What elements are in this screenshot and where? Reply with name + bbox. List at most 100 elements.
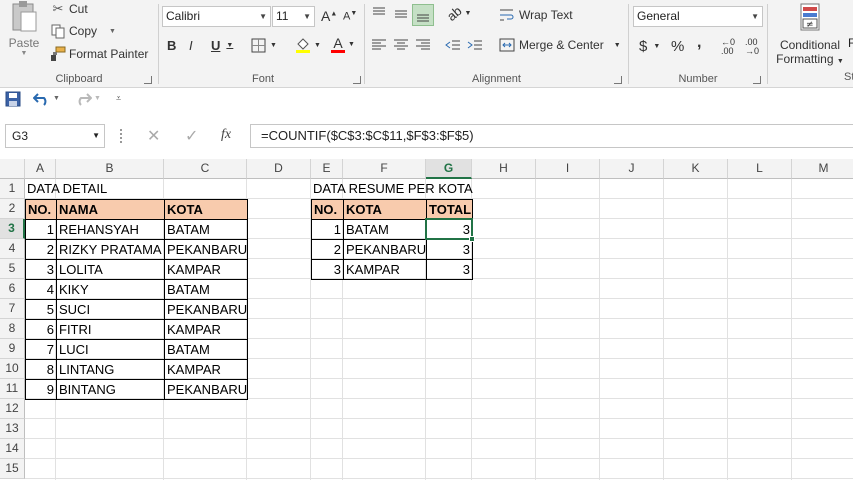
row-header-7[interactable]: 7 <box>0 299 25 319</box>
detail-table-title[interactable]: DATA DETAIL <box>25 179 245 199</box>
detail-table-cell[interactable]: 9 <box>25 379 57 400</box>
row-header-14[interactable]: 14 <box>0 439 25 459</box>
redo-button[interactable]: ▼ <box>74 90 101 106</box>
column-header-h[interactable]: H <box>472 159 536 179</box>
resume-table-cell[interactable]: 1 <box>311 219 344 240</box>
detail-table-cell[interactable]: KIKY <box>56 279 165 300</box>
detail-table-cell[interactable]: 1 <box>25 219 57 240</box>
detail-table-cell[interactable]: LOLITA <box>56 259 165 280</box>
detail-table-cell[interactable]: KAMPAR <box>164 319 248 340</box>
resume-table-cell[interactable]: 3 <box>311 259 344 280</box>
row-header-8[interactable]: 8 <box>0 319 25 339</box>
detail-header-cell[interactable]: NAMA <box>56 199 165 220</box>
resume-table-cell[interactable]: 3 <box>426 239 473 260</box>
detail-table-cell[interactable]: PEKANBARU <box>164 299 248 320</box>
detail-table-cell[interactable]: REHANSYAH <box>56 219 165 240</box>
currency-button[interactable]: $ ▼ <box>639 38 660 55</box>
detail-table-cell[interactable]: BATAM <box>164 339 248 360</box>
resume-table-cell[interactable]: BATAM <box>343 219 427 240</box>
detail-table-cell[interactable]: FITRI <box>56 319 165 340</box>
row-header-1[interactable]: 1 <box>0 179 25 199</box>
column-header-d[interactable]: D <box>247 159 311 179</box>
detail-table-cell[interactable]: LUCI <box>56 339 165 360</box>
detail-table-cell[interactable]: 3 <box>25 259 57 280</box>
detail-table-cell[interactable]: 5 <box>25 299 57 320</box>
column-header-c[interactable]: C <box>164 159 247 179</box>
row-header-11[interactable]: 11 <box>0 379 25 399</box>
resume-header-cell[interactable]: KOTA <box>343 199 427 220</box>
insert-function-button[interactable]: fx <box>221 127 231 143</box>
increase-indent-button[interactable] <box>467 38 483 52</box>
bottom-align-button[interactable] <box>412 4 434 26</box>
detail-table-cell[interactable]: 7 <box>25 339 57 360</box>
column-header-b[interactable]: B <box>56 159 164 179</box>
cut-button[interactable]: ✂ Cut <box>50 0 88 18</box>
undo-button[interactable]: ▼ <box>33 90 60 106</box>
detail-table-cell[interactable]: 2 <box>25 239 57 260</box>
resume-header-cell[interactable]: TOTAL <box>426 199 473 220</box>
format-as-table-label-cut[interactable]: F <box>848 36 853 50</box>
resume-table-title[interactable]: DATA RESUME PER KOTA <box>311 179 511 199</box>
detail-table-cell[interactable]: BATAM <box>164 219 248 240</box>
detail-table-cell[interactable]: 6 <box>25 319 57 340</box>
detail-header-cell[interactable]: KOTA <box>164 199 248 220</box>
detail-table-cell[interactable]: RIZKY PRATAMA <box>56 239 165 260</box>
worksheet-grid[interactable]: A B C D E F G H I J K L M 1 2 3 4 5 6 7 8 9 10 11 12 13 14 15 DATA D… <box>0 159 853 480</box>
column-header-g[interactable]: G <box>426 159 472 179</box>
clipboard-dialog-launcher[interactable] <box>144 76 152 84</box>
row-header-13[interactable]: 13 <box>0 419 25 439</box>
font-size-select[interactable]: 11 ▼ <box>272 6 315 27</box>
percent-button[interactable]: % <box>671 38 684 55</box>
cancel-entry-button[interactable]: ✕ <box>147 126 160 146</box>
detail-table-cell[interactable]: PEKANBARU <box>164 239 248 260</box>
paste-button[interactable]: Paste ▼ <box>6 0 42 62</box>
conditional-formatting-button[interactable]: ≠ Conditional Formatting ▼ <box>772 2 848 66</box>
confirm-entry-button[interactable]: ✓ <box>185 126 198 146</box>
font-color-button[interactable]: A ▼ <box>331 36 355 53</box>
detail-table-cell[interactable]: KAMPAR <box>164 359 248 380</box>
align-center-button[interactable] <box>393 38 409 52</box>
middle-align-button[interactable] <box>393 6 409 22</box>
orientation-button[interactable]: ab ▼ <box>444 3 472 24</box>
detail-table-cell[interactable]: KAMPAR <box>164 259 248 280</box>
customize-toolbar-button[interactable]: ⩡ <box>116 93 121 104</box>
formula-input[interactable]: =COUNTIF($C$3:$C$11,$F$3:$F$5) <box>250 124 853 148</box>
fill-color-button[interactable]: ▼ <box>295 36 321 54</box>
fill-handle[interactable] <box>469 236 475 242</box>
top-align-button[interactable] <box>371 6 387 22</box>
row-header-5[interactable]: 5 <box>0 259 25 279</box>
row-header-9[interactable]: 9 <box>0 339 25 359</box>
name-box[interactable]: G3 ▼ <box>5 124 105 148</box>
detail-header-cell[interactable]: NO. <box>25 199 57 220</box>
align-right-button[interactable] <box>415 38 431 52</box>
underline-button[interactable]: U ▼ <box>211 38 233 53</box>
resume-table-cell[interactable]: PEKANBARU <box>343 239 427 260</box>
align-left-button[interactable] <box>371 38 387 52</box>
column-header-e[interactable]: E <box>311 159 343 179</box>
formula-bar-grip[interactable] <box>120 129 122 143</box>
resume-table-cell[interactable]: 3 <box>426 259 473 280</box>
decrease-decimal-button[interactable]: .00 →0 <box>745 38 759 56</box>
decrease-indent-button[interactable] <box>445 38 461 52</box>
font-name-select[interactable]: Calibri ▼ <box>162 6 271 27</box>
format-painter-button[interactable]: Format Painter <box>50 45 148 63</box>
save-button[interactable] <box>5 91 21 107</box>
row-header-12[interactable]: 12 <box>0 399 25 419</box>
column-header-k[interactable]: K <box>664 159 728 179</box>
alignment-dialog-launcher[interactable] <box>614 76 622 84</box>
column-header-m[interactable]: M <box>792 159 853 179</box>
resume-header-cell[interactable]: NO. <box>311 199 344 220</box>
row-header-6[interactable]: 6 <box>0 279 25 299</box>
merge-center-button[interactable]: Merge & Center ▼ <box>499 38 621 52</box>
resume-table-cell[interactable]: 2 <box>311 239 344 260</box>
row-header-15[interactable]: 15 <box>0 459 25 479</box>
select-all-corner[interactable] <box>0 159 25 179</box>
detail-table-cell[interactable]: 8 <box>25 359 57 380</box>
copy-button[interactable]: Copy ▼ <box>50 22 116 40</box>
row-header-4[interactable]: 4 <box>0 239 25 259</box>
wrap-text-button[interactable]: Wrap Text <box>499 8 573 22</box>
detail-table-cell[interactable]: BINTANG <box>56 379 165 400</box>
number-format-select[interactable]: General ▼ <box>633 6 763 27</box>
increase-font-button[interactable]: A▲ <box>321 8 337 24</box>
detail-table-cell[interactable]: BATAM <box>164 279 248 300</box>
